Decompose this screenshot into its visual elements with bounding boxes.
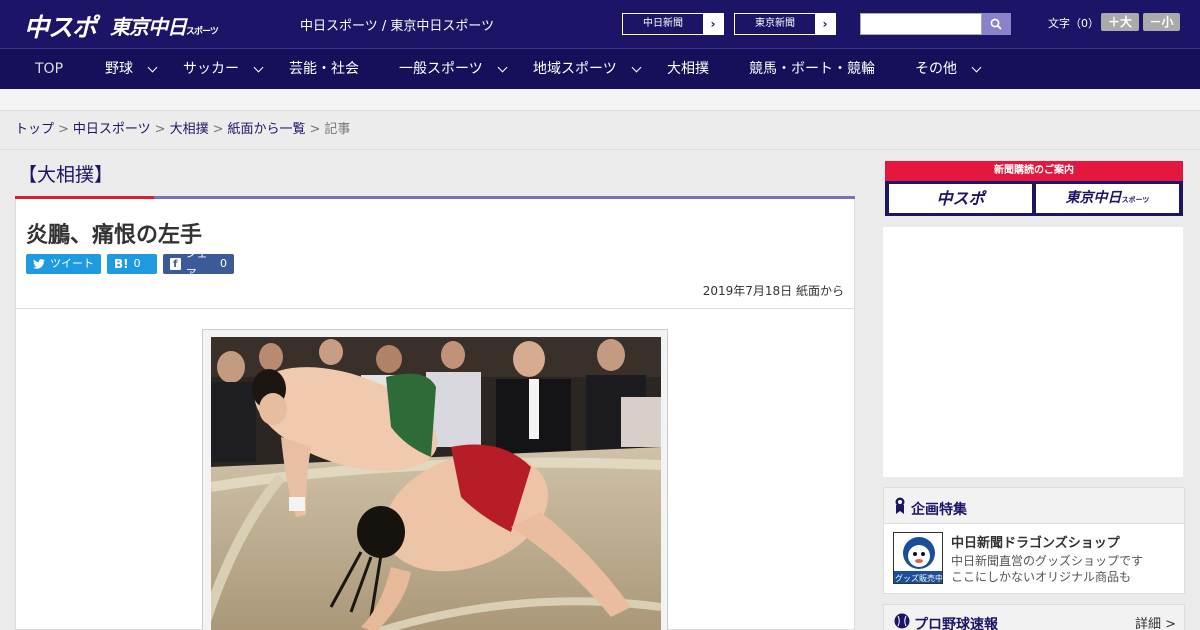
- breadcrumb: トップ > 中日スポーツ > 大相撲 > 紙面から一覧 > 記事: [0, 111, 1200, 150]
- hatena-icon: B!: [114, 257, 129, 271]
- nav-label: 大相撲: [667, 61, 709, 77]
- dragons-shop-description: 中日新聞直営のグッズショップです ここにしかないオリジナル商品も: [951, 553, 1143, 585]
- nav-label: 一般スポーツ: [399, 61, 483, 77]
- nav-label: サッカー: [183, 61, 239, 77]
- nav-item-local-sports[interactable]: 地域スポーツ: [533, 49, 642, 89]
- article-date: 2019年7月18日 紙面から: [702, 284, 844, 298]
- breadcrumb-chunichi-sports[interactable]: 中日スポーツ: [73, 122, 151, 137]
- dragons-mascot-image: グッズ販売中: [894, 537, 943, 583]
- breadcrumb-separator: >: [309, 122, 321, 137]
- article-headline: 炎鵬、痛恨の左手: [26, 223, 203, 248]
- nav-item-sumo[interactable]: 大相撲: [667, 49, 709, 89]
- facebook-share-count: 0: [220, 257, 227, 270]
- nav-item-general-sports[interactable]: 一般スポーツ: [399, 49, 508, 89]
- nav-item-others[interactable]: その他: [915, 49, 982, 89]
- nav-item-top[interactable]: TOP: [35, 49, 63, 89]
- chevron-down-icon: [971, 62, 982, 72]
- twitter-icon: [33, 259, 45, 269]
- baseball-icon: [894, 613, 910, 629]
- article-card: 炎鵬、痛恨の左手 ツイート B! 0 f シェア 0 2019年7月18日 紙面…: [15, 199, 855, 630]
- tokyo-shimbun-button[interactable]: 東京新聞 ›: [734, 13, 836, 35]
- baseball-detail-link[interactable]: 詳細 >: [1135, 613, 1176, 630]
- subscription-chunichi-sports[interactable]: 中スポ: [889, 184, 1032, 213]
- article-photo[interactable]: [211, 337, 661, 630]
- chunichi-sports-logo[interactable]: 中スポ: [24, 8, 97, 44]
- site-title-link[interactable]: 中日スポーツ / 東京中日スポーツ: [300, 15, 494, 34]
- hatena-count: 0: [133, 257, 141, 270]
- dragons-shop-thumbnail[interactable]: グッズ販売中: [893, 532, 943, 584]
- search-icon: [990, 18, 1002, 30]
- baseball-scores-title: プロ野球速報: [914, 617, 998, 630]
- nav-item-racing[interactable]: 競馬・ボート・競輪: [749, 49, 875, 89]
- tweet-button[interactable]: ツイート: [26, 254, 101, 274]
- nav-item-entertainment[interactable]: 芸能・社会: [289, 49, 359, 89]
- header-bar: 中スポ 東京中日スポーツ 中日スポーツ / 東京中日スポーツ 中日新聞 › 東京…: [0, 0, 1200, 48]
- subscription-banner-title: 新聞購読のご案内: [885, 161, 1183, 181]
- subscription-tokyo-sub: スポーツ: [1121, 196, 1150, 204]
- breadcrumb-current: 記事: [324, 122, 351, 137]
- article-photo-frame: [202, 329, 668, 630]
- shop-desc-line-1: 中日新聞直営のグッズショップです: [951, 554, 1144, 568]
- chunichi-shimbun-button[interactable]: 中日新聞 ›: [622, 13, 724, 35]
- subscription-tokyo-chunichi[interactable]: 東京中日スポーツ: [1036, 184, 1179, 213]
- ribbon-icon: [895, 497, 905, 514]
- facebook-share-button[interactable]: f シェア 0: [163, 247, 234, 280]
- breadcrumb-sumo[interactable]: 大相撲: [170, 122, 209, 137]
- tokyo-logo-main: 東京中日: [110, 15, 187, 39]
- breadcrumb-separator: >: [154, 122, 166, 137]
- hatena-bookmark-button[interactable]: B! 0: [107, 254, 157, 274]
- main-nav: TOP 野球 サッカー 芸能・社会 一般スポーツ 地域スポーツ 大相撲 競馬・ボ…: [0, 48, 1200, 89]
- feature-title: 企画特集: [911, 502, 967, 518]
- tweet-label: ツイート: [50, 257, 94, 270]
- facebook-icon: f: [170, 258, 181, 270]
- nav-label: TOP: [35, 61, 64, 77]
- breadcrumb-separator: >: [212, 122, 224, 137]
- article-divider: [16, 308, 854, 309]
- nav-label: 野球: [105, 61, 133, 77]
- shop-desc-line-2: ここにしかないオリジナル商品も: [951, 570, 1132, 584]
- font-size-label: 文字（0）: [1048, 17, 1099, 30]
- chevron-right-icon: ›: [703, 14, 723, 34]
- chevron-down-icon: [631, 62, 642, 72]
- thumb-caption: グッズ販売中: [895, 573, 943, 583]
- nav-label: その他: [915, 61, 957, 77]
- dragons-shop-link[interactable]: 中日新聞ドラゴンズショップ: [951, 532, 1120, 551]
- subscription-banner[interactable]: 新聞購読のご案内 中スポ 東京中日スポーツ: [885, 161, 1183, 216]
- breadcrumb-paper-list[interactable]: 紙面から一覧: [228, 122, 306, 137]
- tokyo-shimbun-label: 東京新聞: [755, 18, 795, 29]
- feature-header: 企画特集: [884, 488, 1184, 524]
- nav-item-baseball[interactable]: 野球: [105, 49, 158, 89]
- font-bigger-button[interactable]: ＋大: [1101, 13, 1139, 31]
- chevron-down-icon: [253, 62, 264, 72]
- search-input[interactable]: [860, 13, 982, 35]
- font-smaller-button[interactable]: －小: [1143, 13, 1180, 31]
- breadcrumb-separator: >: [58, 122, 69, 137]
- sub-header-strip: [0, 89, 1200, 111]
- search-button[interactable]: [982, 13, 1011, 35]
- subscription-tokyo-main: 東京中日: [1065, 190, 1122, 206]
- facebook-share-label: シェア: [185, 247, 208, 280]
- section-title: 【大相撲】: [18, 164, 114, 186]
- chevron-right-icon: ›: [815, 14, 835, 34]
- sumo-photo-image: [211, 337, 661, 630]
- nav-label: 芸能・社会: [289, 61, 359, 77]
- nav-label: 競馬・ボート・競輪: [749, 61, 875, 77]
- tokyo-logo-sub: スポーツ: [186, 27, 219, 37]
- advertisement-slot: [883, 227, 1183, 477]
- tokyo-chunichi-sports-logo[interactable]: 東京中日スポーツ: [110, 11, 219, 40]
- chunichi-shimbun-label: 中日新聞: [643, 18, 683, 29]
- feature-box: 企画特集 グッズ販売中 中日新聞ドラゴンズショップ 中日新聞直営のグッズショップ…: [883, 487, 1185, 594]
- baseball-scores-box: プロ野球速報 詳細 >: [883, 604, 1185, 630]
- nav-item-soccer[interactable]: サッカー: [183, 49, 264, 89]
- nav-label: 地域スポーツ: [533, 61, 617, 77]
- chevron-down-icon: [497, 62, 508, 72]
- chevron-down-icon: [147, 62, 158, 72]
- breadcrumb-top[interactable]: トップ: [15, 122, 54, 137]
